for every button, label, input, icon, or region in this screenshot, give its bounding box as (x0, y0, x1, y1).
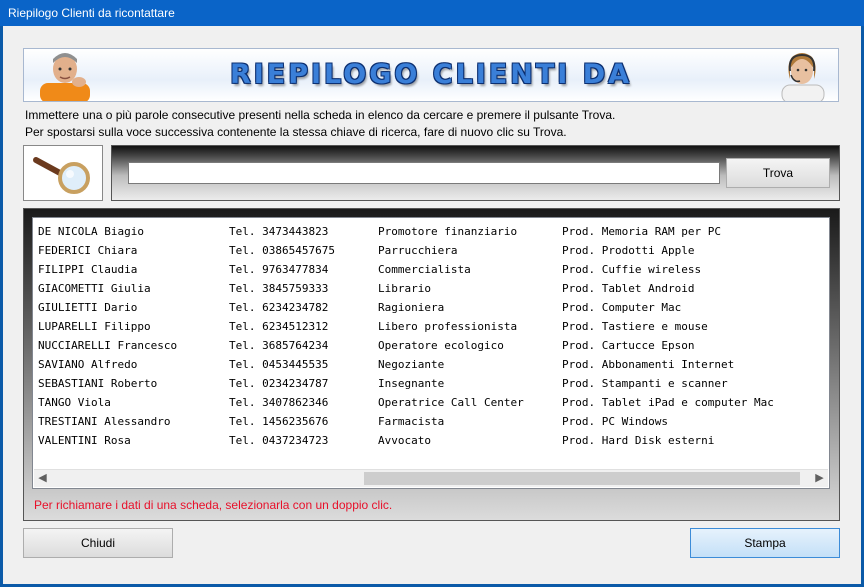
client-job: Negoziante (378, 358, 445, 371)
client-phone: Tel. 03865457675 (229, 244, 335, 257)
client-name: TRESTIANI Alessandro (38, 415, 171, 428)
client-product: Prod. Tastiere e mouse (562, 320, 708, 333)
client-product: Prod. Stampanti e scanner (562, 377, 728, 390)
list-item[interactable]: FILIPPI Claudia Tel. 9763477834 Commercial… (33, 260, 829, 279)
instructions: Immettere una o più parole consecutive p… (25, 107, 845, 141)
scrollbar-thumb[interactable] (364, 472, 800, 485)
man-portrait-icon (40, 53, 90, 101)
header-banner: RIEPILOGO CLIENTI DA RICONTATTARE (23, 48, 839, 102)
dialog-body: RIEPILOGO CLIENTI DA RICONTATTARE Immett… (3, 26, 861, 584)
client-job: Ragioniera (378, 301, 445, 314)
title-bar: Riepilogo Clienti da ricontattare (0, 0, 864, 26)
client-name: GIACOMETTI Giulia (38, 282, 151, 295)
client-product: Prod. Cuffie wireless (562, 263, 702, 276)
client-phone: Tel. 1456235676 (229, 415, 329, 428)
client-phone: Tel. 3473443823 (229, 225, 329, 238)
list-item[interactable]: TRESTIANI Alessandro Tel. 1456235676 Farma… (33, 412, 829, 431)
find-button[interactable]: Trova (726, 158, 830, 188)
chevron-left-icon[interactable]: ◀ (34, 470, 51, 487)
client-name: FEDERICI Chiara (38, 244, 138, 257)
client-job: Operatrice Call Center (378, 396, 524, 409)
client-job: Insegnante (378, 377, 445, 390)
client-phone: Tel. 9763477834 (229, 263, 329, 276)
client-product: Prod. Tablet iPad e computer Mac (562, 396, 774, 409)
list-item[interactable]: NUCCIARELLI Francesco Tel. 3685764234 Oper… (33, 336, 829, 355)
client-job: Parrucchiera (378, 244, 458, 257)
client-product: Prod. PC Windows (562, 415, 668, 428)
client-phone: Tel. 3407862346 (229, 396, 329, 409)
list-item[interactable]: SEBASTIANI Roberto Tel. 0234234787 Insegna… (33, 374, 829, 393)
client-job: Libero professionista (378, 320, 518, 333)
list-item[interactable]: GIULIETTI Dario Tel. 6234234782 Ragioniera… (33, 298, 829, 317)
client-phone: Tel. 0234234787 (229, 377, 329, 390)
client-name: SAVIANO Alfredo (38, 358, 138, 371)
client-phone: Tel. 3845759333 (229, 282, 329, 295)
operator-headset-portrait-icon (781, 53, 825, 101)
client-job: Promotore finanziario (378, 225, 518, 238)
client-product: Prod. Hard Disk esterni (562, 434, 715, 447)
client-product: Prod. Tablet Android (562, 282, 695, 295)
client-phone: Tel. 0437234723 (229, 434, 329, 447)
client-product: Prod. Prodotti Apple (562, 244, 695, 257)
close-button[interactable]: Chiudi (23, 528, 173, 558)
instructions-line-1: Immettere una o più parole consecutive p… (25, 108, 616, 122)
list-item[interactable]: TANGO Viola Tel. 3407862346 Operatrice Cal… (33, 393, 829, 412)
client-phone: Tel. 6234512312 (229, 320, 329, 333)
client-phone: Tel. 0453445535 (229, 358, 329, 371)
client-name: DE NICOLA Biagio (38, 225, 144, 238)
client-product: Prod. Cartucce Epson (562, 339, 695, 352)
client-job: Operatore ecologico (378, 339, 504, 352)
client-job: Farmacista (378, 415, 445, 428)
results-list[interactable]: DE NICOLA Biagio Tel. 3473443823 Promotore… (32, 217, 830, 489)
list-item[interactable]: LUPARELLI Filippo Tel. 6234512312 Libero p… (33, 317, 829, 336)
client-name: NUCCIARELLI Francesco (38, 339, 178, 352)
client-name: LUPARELLI Filippo (38, 320, 151, 333)
banner-title: RIEPILOGO CLIENTI DA RICONTATTARE (229, 59, 633, 90)
client-product: Prod. Abbonamenti Internet (562, 358, 735, 371)
client-job: Avvocato (378, 434, 431, 447)
magnifier-icon (33, 157, 90, 194)
instructions-line-2: Per spostarsi sulla voce successiva cont… (25, 125, 567, 139)
client-job: Librario (378, 282, 431, 295)
client-phone: Tel. 6234234782 (229, 301, 329, 314)
list-item[interactable]: SAVIANO Alfredo Tel. 0453445535 Negoziante… (33, 355, 829, 374)
results-panel: DE NICOLA Biagio Tel. 3473443823 Promotore… (23, 208, 840, 521)
chevron-right-icon[interactable]: ▶ (811, 470, 828, 487)
search-panel: Trova (111, 145, 840, 201)
search-input[interactable] (128, 162, 720, 184)
client-name: VALENTINI Rosa (38, 434, 131, 447)
client-product: Prod. Memoria RAM per PC (562, 225, 721, 238)
print-button[interactable]: Stampa (690, 528, 840, 558)
client-product: Prod. Computer Mac (562, 301, 682, 314)
double-click-hint: Per richiamare i dati di una scheda, sel… (34, 498, 393, 512)
search-icon-box (23, 145, 103, 201)
client-name: GIULIETTI Dario (38, 301, 138, 314)
list-item[interactable]: GIACOMETTI Giulia Tel. 3845759333 Librario… (33, 279, 829, 298)
list-item[interactable]: DE NICOLA Biagio Tel. 3473443823 Promotore… (33, 222, 829, 241)
client-name: SEBASTIANI Roberto (38, 377, 158, 390)
list-item[interactable]: VALENTINI Rosa Tel. 0437234723 Avvocato Pro… (33, 431, 829, 450)
window-title: Riepilogo Clienti da ricontattare (8, 6, 175, 20)
client-job: Commercialista (378, 263, 471, 276)
client-name: FILIPPI Claudia (38, 263, 138, 276)
list-item[interactable]: FEDERICI Chiara Tel. 03865457675 Parrucchi… (33, 241, 829, 260)
horizontal-scrollbar[interactable]: ◀ ▶ (34, 469, 828, 487)
client-phone: Tel. 3685764234 (229, 339, 329, 352)
client-name: TANGO Viola (38, 396, 111, 409)
